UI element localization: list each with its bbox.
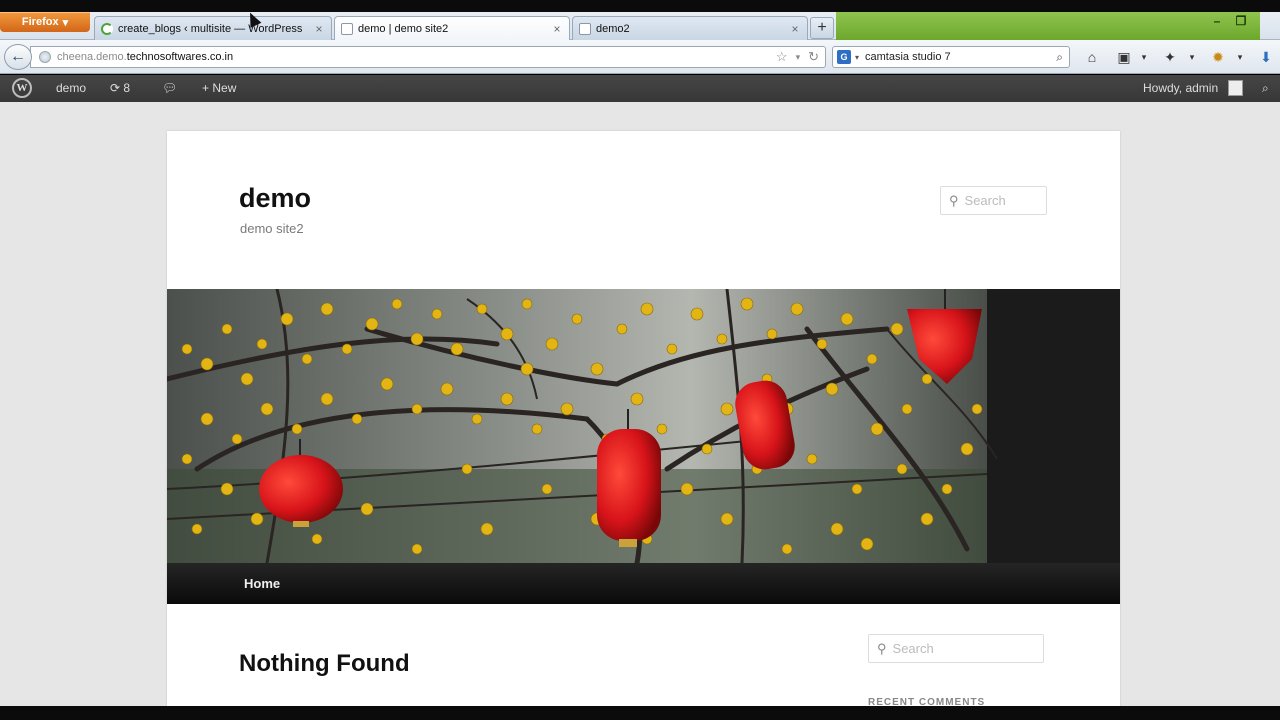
tab-create-blogs[interactable]: create_blogs ‹ multisite — WordPress × <box>94 16 332 40</box>
site-title[interactable]: demo <box>239 183 311 214</box>
back-arrow-icon: ← <box>10 48 26 65</box>
avatar[interactable] <box>1228 80 1243 96</box>
wp-admin-bar: W demo ⟳ 8 💬︎ + New Howdy, admin ⌕ <box>0 75 1280 102</box>
adminbar-site-link[interactable]: demo <box>56 75 86 102</box>
screen-bottom-edge <box>0 706 1280 720</box>
back-button[interactable]: ← <box>4 44 32 70</box>
screen-top-edge <box>0 0 1280 12</box>
restore-icon[interactable]: ❐ <box>1232 14 1250 28</box>
close-icon[interactable]: × <box>551 22 563 36</box>
new-label: New <box>212 81 237 95</box>
minimize-icon[interactable]: – <box>1208 14 1226 28</box>
url-subdomain: cheena.demo. <box>57 51 127 63</box>
header-search-field[interactable]: ⚲ <box>940 186 1047 215</box>
wordpress-logo-icon[interactable]: W <box>12 78 32 98</box>
site-description: demo site2 <box>240 221 304 236</box>
page-viewport: demo demo site2 ⚲ Search Home Nothing Fo… <box>0 102 1280 706</box>
search-engine-icon[interactable]: G <box>837 50 851 64</box>
sidebar-search-input[interactable] <box>892 641 1026 656</box>
header-image <box>167 289 1120 563</box>
url-domain: technosoftwares.co.in <box>126 51 234 63</box>
chevron-down-icon[interactable]: ▾ <box>1182 48 1202 66</box>
page-icon <box>341 22 353 35</box>
search-icon: ⚲ <box>877 640 887 656</box>
account-greeting[interactable]: Howdy, admin <box>1143 75 1218 102</box>
tab-title: create_blogs ‹ multisite — WordPress <box>118 22 303 35</box>
download-icon[interactable]: ⬇ <box>1256 48 1276 66</box>
new-content-link[interactable]: + New <box>202 75 236 102</box>
updates-icon: ⟳ <box>110 81 121 95</box>
loading-icon <box>101 22 113 35</box>
chevron-down-icon[interactable]: ▾ <box>1134 48 1154 66</box>
chevron-down-icon[interactable]: ▾ <box>1230 48 1250 66</box>
sidebar-icon[interactable]: ▣ <box>1114 48 1134 66</box>
home-icon[interactable]: ⌂ <box>1082 48 1102 66</box>
firefox-menu-button[interactable]: Firefox ▾ <box>0 12 90 32</box>
tab-title: demo2 <box>596 22 630 35</box>
site-container: demo demo site2 ⚲ Search Home Nothing Fo… <box>167 131 1120 706</box>
titlebar-background <box>836 12 1260 40</box>
search-icon[interactable]: ⌕ <box>1056 50 1063 65</box>
updates-count: 8 <box>123 81 131 95</box>
gear-icon[interactable]: ✹ <box>1208 48 1228 66</box>
search-bar[interactable]: G ▾ camtasia studio 7 ⌕ <box>832 46 1070 68</box>
tab-demo-site2[interactable]: demo | demo site2 × <box>334 16 570 40</box>
tab-demo2[interactable]: demo2 × <box>572 16 808 40</box>
close-icon[interactable]: × <box>313 22 325 36</box>
page-icon <box>579 22 591 35</box>
sidebar-search-field[interactable]: ⚲ <box>868 634 1044 663</box>
history-dropdown-icon[interactable]: ▾ <box>796 49 801 65</box>
widget-title-recent-comments: RECENT COMMENTS <box>868 697 986 706</box>
main-navigation: Home <box>167 563 1120 604</box>
new-tab-button[interactable]: + <box>810 17 834 39</box>
header-search-input[interactable] <box>964 193 1043 208</box>
reload-icon[interactable]: ↻ <box>808 49 819 65</box>
addon-icon[interactable]: ✦ <box>1160 48 1180 66</box>
comments-icon[interactable]: 💬︎ <box>162 75 177 102</box>
globe-icon <box>39 51 51 63</box>
address-bar[interactable]: cheena.demo. technosoftwares.co.in ☆ ▾ ↻ <box>30 46 826 68</box>
chevron-down-icon[interactable]: ▾ <box>855 53 859 62</box>
search-icon: ⚲ <box>949 192 959 208</box>
updates-link[interactable]: ⟳ 8 <box>110 75 130 102</box>
tab-title: demo | demo site2 <box>358 22 449 35</box>
bookmark-star-icon[interactable]: ☆ <box>776 49 788 65</box>
menu-item-home[interactable]: Home <box>244 563 280 604</box>
tab-strip: Firefox ▾ create_blogs ‹ multisite — Wor… <box>0 12 1280 40</box>
firefox-menu-label: Firefox <box>21 16 59 28</box>
close-icon[interactable]: × <box>789 22 801 36</box>
search-icon[interactable]: ⌕ <box>1262 75 1269 102</box>
chevron-down-icon: ▾ <box>62 16 69 29</box>
plus-icon: + <box>202 81 210 95</box>
content-heading: Nothing Found <box>239 650 410 677</box>
search-query: camtasia studio 7 <box>865 51 951 63</box>
